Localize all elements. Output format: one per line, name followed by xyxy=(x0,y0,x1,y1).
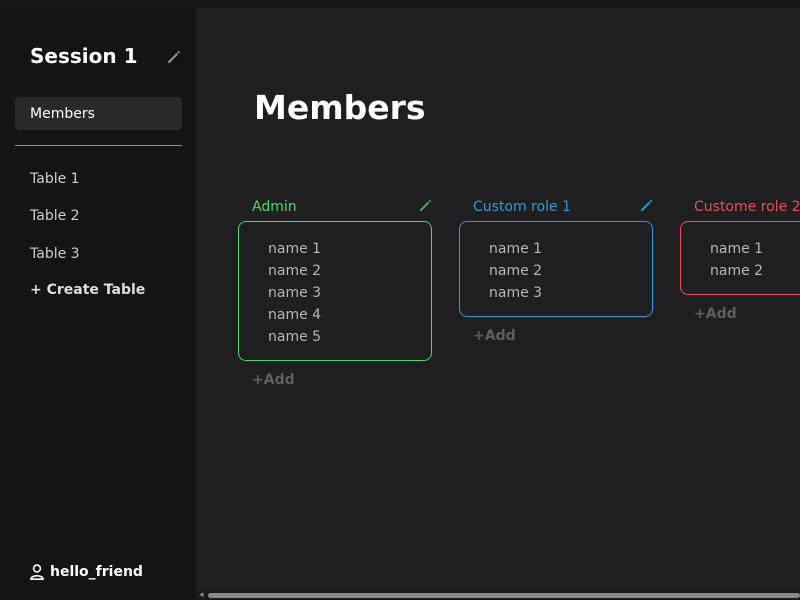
member-item[interactable]: name 2 xyxy=(489,260,652,282)
role-name-custome-role-2[interactable]: Custome role 2 xyxy=(694,199,800,215)
role-header: Custome role 2 xyxy=(680,197,800,217)
member-item[interactable]: name 5 xyxy=(268,326,431,348)
user-icon xyxy=(30,564,44,580)
role-member-list: name 1 name 2 name 3 xyxy=(459,221,653,317)
role-column-custome-role-2: Custome role 2 name 1 name 2 +Add xyxy=(680,197,800,337)
create-table-button[interactable]: + Create Table xyxy=(30,282,145,298)
member-item[interactable]: name 1 xyxy=(489,238,652,260)
member-item[interactable]: name 2 xyxy=(268,260,431,282)
sidebar-item-table-2[interactable]: Table 2 xyxy=(30,208,80,224)
pencil-icon[interactable] xyxy=(639,198,654,213)
sidebar-divider xyxy=(15,145,182,146)
window-top-bar xyxy=(0,0,800,8)
sidebar-item-members[interactable]: Members xyxy=(15,97,182,130)
role-name-admin[interactable]: Admin xyxy=(252,199,297,215)
role-column-custom-role-1: Custom role 1 name 1 name 2 name 3 +Add xyxy=(459,197,653,344)
sidebar-item-table-3[interactable]: Table 3 xyxy=(30,246,80,262)
user-profile[interactable]: hello_friend xyxy=(30,564,143,580)
role-name-custom-role-1[interactable]: Custom role 1 xyxy=(473,199,571,215)
role-member-list: name 1 name 2 xyxy=(680,221,800,295)
chevron-left-icon[interactable]: ◂ xyxy=(199,590,204,600)
member-item[interactable]: name 3 xyxy=(489,282,652,304)
member-item[interactable]: name 2 xyxy=(710,260,800,282)
member-item[interactable]: name 4 xyxy=(268,304,431,326)
role-header: Custom role 1 xyxy=(459,197,653,217)
session-title: Session 1 xyxy=(30,44,138,68)
sidebar: Session 1 Members Table 1 Table 2 Table … xyxy=(0,8,196,600)
member-item[interactable]: name 1 xyxy=(710,238,800,260)
scrollbar-thumb[interactable] xyxy=(208,593,800,598)
role-header: Admin xyxy=(238,197,432,217)
member-item[interactable]: name 3 xyxy=(268,282,431,304)
page-title: Members xyxy=(254,88,426,127)
member-item[interactable]: name 1 xyxy=(268,238,431,260)
pencil-icon[interactable] xyxy=(418,198,433,213)
add-member-button[interactable]: +Add xyxy=(252,372,295,388)
username-label: hello_friend xyxy=(50,564,143,580)
add-member-button[interactable]: +Add xyxy=(694,306,737,322)
pencil-icon[interactable] xyxy=(166,49,182,65)
sidebar-item-table-1[interactable]: Table 1 xyxy=(30,171,80,187)
role-member-list: name 1 name 2 name 3 name 4 name 5 xyxy=(238,221,432,361)
role-column-admin: Admin name 1 name 2 name 3 name 4 name 5… xyxy=(238,197,432,388)
add-member-button[interactable]: +Add xyxy=(473,328,516,344)
